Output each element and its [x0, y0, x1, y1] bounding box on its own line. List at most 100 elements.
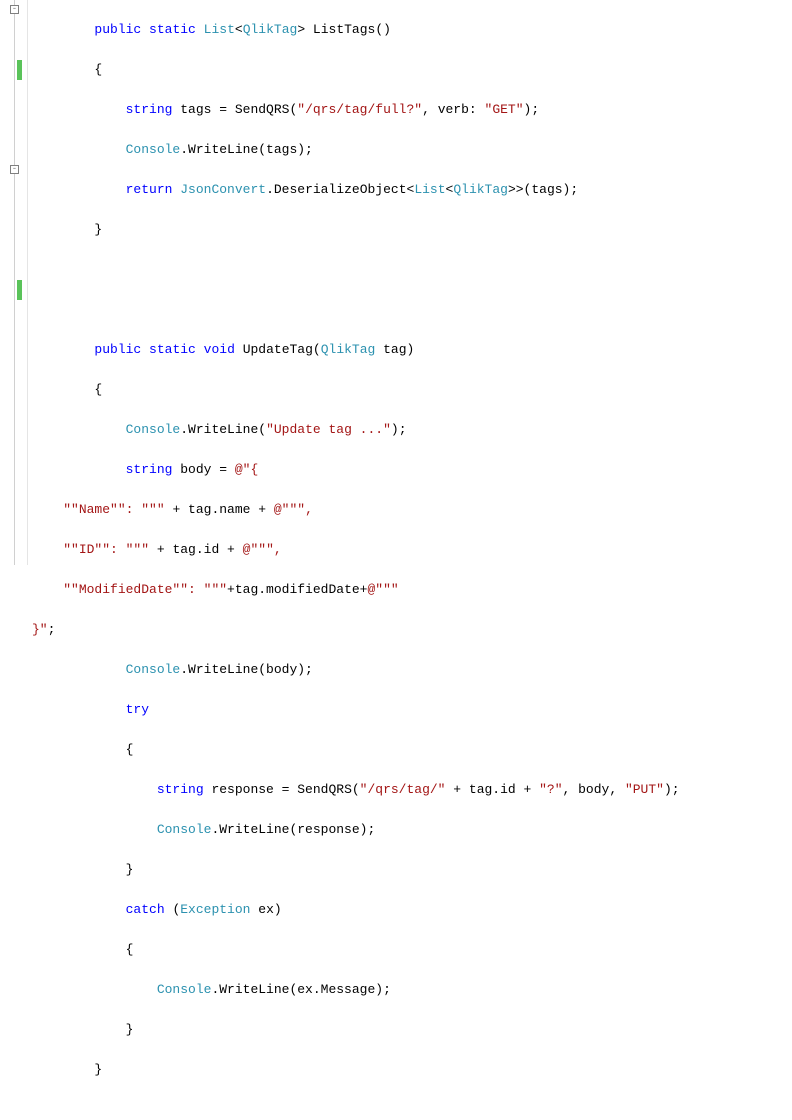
- method-name: ListTags: [313, 22, 375, 37]
- string: @""": [367, 582, 398, 597]
- code-text: .WriteLine(: [180, 422, 266, 437]
- keyword: string: [126, 462, 173, 477]
- code-text: tags = SendQRS(: [172, 102, 297, 117]
- code-line[interactable]: [32, 260, 792, 280]
- code-line[interactable]: public static void UpdateTag(QlikTag tag…: [32, 340, 792, 360]
- type: QlikTag: [453, 182, 508, 197]
- code-text: body =: [172, 462, 234, 477]
- code-line[interactable]: }: [32, 860, 792, 880]
- code-text: .WriteLine(response);: [211, 822, 375, 837]
- method-name: UpdateTag(: [235, 342, 321, 357]
- string: ""ModifiedDate"": """: [63, 582, 227, 597]
- type: Console: [157, 982, 212, 997]
- brace: }: [126, 1022, 134, 1037]
- code-text: , body,: [563, 782, 625, 797]
- code-line[interactable]: ""Name"": """ + tag.name + @""",: [32, 500, 792, 520]
- code-line[interactable]: return JsonConvert.DeserializeObject<Lis…: [32, 180, 792, 200]
- punct: >: [297, 22, 313, 37]
- code-line[interactable]: catch (Exception ex): [32, 900, 792, 920]
- change-marker: [17, 280, 22, 300]
- code-text: , verb:: [422, 102, 484, 117]
- string: ""Name"": """: [63, 502, 164, 517]
- code-line[interactable]: ""ModifiedDate"": """+tag.modifiedDate+@…: [32, 580, 792, 600]
- code-text: >>(tags);: [508, 182, 578, 197]
- brace: {: [126, 942, 134, 957]
- type: Console: [126, 422, 181, 437]
- type: Console: [157, 822, 212, 837]
- code-line[interactable]: {: [32, 380, 792, 400]
- string: @""",: [243, 542, 282, 557]
- keyword: string: [126, 102, 173, 117]
- code-line[interactable]: Console.WriteLine(body);: [32, 660, 792, 680]
- string: "GET": [485, 102, 524, 117]
- punct: ;: [48, 622, 56, 637]
- code-line[interactable]: {: [32, 740, 792, 760]
- code-line[interactable]: ""ID"": """ + tag.id + @""",: [32, 540, 792, 560]
- fold-toggle-icon[interactable]: -: [10, 5, 19, 14]
- code-line[interactable]: }: [32, 1060, 792, 1080]
- punct: (): [375, 22, 391, 37]
- string: @""",: [274, 502, 313, 517]
- keyword: static: [149, 342, 196, 357]
- code-text: .WriteLine(tags);: [180, 142, 313, 157]
- string: }": [32, 622, 48, 637]
- code-text: + tag.id +: [446, 782, 540, 797]
- code-line[interactable]: [32, 300, 792, 320]
- code-line[interactable]: Console.WriteLine("Update tag ...");: [32, 420, 792, 440]
- punct: );: [391, 422, 407, 437]
- gutter: - -: [0, 0, 28, 565]
- brace: }: [126, 862, 134, 877]
- code-line[interactable]: string tags = SendQRS("/qrs/tag/full?", …: [32, 100, 792, 120]
- punct: <: [235, 22, 243, 37]
- code-text: +tag.modifiedDate+: [227, 582, 367, 597]
- code-line[interactable]: }";: [32, 620, 792, 640]
- string: "Update tag ...": [266, 422, 391, 437]
- code-line[interactable]: }: [32, 220, 792, 240]
- code-line[interactable]: {: [32, 940, 792, 960]
- code-text: (: [165, 902, 181, 917]
- code-text: .WriteLine(ex.Message);: [211, 982, 390, 997]
- string: "?": [539, 782, 562, 797]
- code-line[interactable]: {: [32, 60, 792, 80]
- code-line[interactable]: Console.WriteLine(response);: [32, 820, 792, 840]
- fold-guide-line: [14, 0, 15, 565]
- type: QlikTag: [321, 342, 376, 357]
- type: Console: [126, 142, 181, 157]
- brace: {: [126, 742, 134, 757]
- keyword: return: [126, 182, 173, 197]
- code-text: response = SendQRS(: [204, 782, 360, 797]
- brace: {: [94, 382, 102, 397]
- code-text: .DeserializeObject<: [266, 182, 414, 197]
- code-line[interactable]: try: [32, 700, 792, 720]
- code-text: + tag.name +: [165, 502, 274, 517]
- code-line[interactable]: }: [32, 1020, 792, 1040]
- code-line[interactable]: Console.WriteLine(tags);: [32, 140, 792, 160]
- code-line[interactable]: string response = SendQRS("/qrs/tag/" + …: [32, 780, 792, 800]
- code-text: .WriteLine(body);: [180, 662, 313, 677]
- keyword: try: [126, 702, 149, 717]
- brace: {: [94, 62, 102, 77]
- keyword: static: [149, 22, 196, 37]
- type: List: [414, 182, 445, 197]
- code-line[interactable]: Console.WriteLine(ex.Message);: [32, 980, 792, 1000]
- code-line[interactable]: string body = @"{: [32, 460, 792, 480]
- code-text: + tag.id +: [149, 542, 243, 557]
- keyword: public: [94, 22, 141, 37]
- string: "/qrs/tag/": [360, 782, 446, 797]
- brace: }: [94, 222, 102, 237]
- string: @"{: [235, 462, 258, 477]
- keyword: catch: [126, 902, 165, 917]
- type: List: [204, 22, 235, 37]
- string: ""ID"": """: [63, 542, 149, 557]
- change-marker: [17, 60, 22, 80]
- string: "/qrs/tag/full?": [297, 102, 422, 117]
- type: QlikTag: [243, 22, 298, 37]
- code-area[interactable]: public static List<QlikTag> ListTags() {…: [28, 0, 792, 565]
- fold-toggle-icon[interactable]: -: [10, 165, 19, 174]
- type: Console: [126, 662, 181, 677]
- code-editor[interactable]: - - public static List<QlikTag> ListTags…: [0, 0, 792, 565]
- punct: );: [524, 102, 540, 117]
- punct: );: [664, 782, 680, 797]
- type: JsonConvert: [180, 182, 266, 197]
- code-line[interactable]: public static List<QlikTag> ListTags(): [32, 20, 792, 40]
